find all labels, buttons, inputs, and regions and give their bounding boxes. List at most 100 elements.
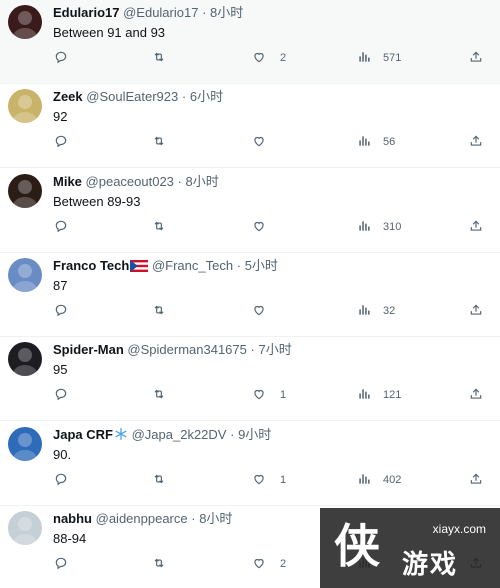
bar-chart-icon: [357, 219, 371, 236]
retweet-button[interactable]: [152, 472, 180, 488]
retweet-icon: [152, 219, 166, 236]
display-name[interactable]: nabhu: [53, 511, 92, 526]
reply-icon: [54, 219, 68, 236]
like-button[interactable]: 1: [252, 387, 286, 403]
retweet-icon: [152, 387, 166, 404]
avatar[interactable]: [8, 174, 42, 208]
reply-button[interactable]: [54, 387, 82, 403]
share-button[interactable]: [469, 219, 483, 235]
tweet-header: Mike @peaceout023 · 8小时: [53, 174, 219, 190]
user-handle[interactable]: @SoulEater923: [86, 89, 178, 104]
display-name[interactable]: Zeek: [53, 89, 83, 104]
action-bar: 310: [0, 215, 500, 239]
reply-button[interactable]: [54, 219, 82, 235]
display-name[interactable]: Japa CRF: [53, 427, 113, 442]
views-button[interactable]: 121: [357, 387, 401, 403]
timestamp[interactable]: 9小时: [238, 427, 271, 442]
snowflake-icon: [114, 427, 128, 445]
reply-icon: [54, 387, 68, 404]
tweet-row[interactable]: Edulario17 @Edulario17 · 8小时 Between 91 a…: [0, 0, 500, 84]
views-button[interactable]: 310: [357, 219, 401, 235]
views-button[interactable]: 402: [357, 472, 401, 488]
bar-chart-icon: [357, 134, 371, 151]
heart-icon: [252, 134, 266, 151]
tweet-row[interactable]: Franco Tech @Franc_Tech · 5小时 87 32: [0, 253, 500, 337]
retweet-button[interactable]: [152, 134, 180, 150]
share-button[interactable]: [469, 472, 483, 488]
avatar[interactable]: [8, 89, 42, 123]
retweet-button[interactable]: [152, 50, 180, 66]
share-icon: [469, 303, 483, 320]
action-bar: 32: [0, 299, 500, 323]
like-button[interactable]: [252, 303, 280, 319]
tweet-row[interactable]: Mike @peaceout023 · 8小时 Between 89-93 310: [0, 169, 500, 253]
tweet-row[interactable]: Zeek @SoulEater923 · 6小时 92 56: [0, 84, 500, 168]
tweet-row[interactable]: Spider-Man @Spiderman341675 · 7小时 95 1 121: [0, 337, 500, 421]
tweet-text: 90.: [53, 447, 72, 462]
retweet-icon: [152, 134, 166, 151]
retweet-icon: [152, 50, 166, 67]
share-icon: [469, 134, 483, 151]
share-button[interactable]: [469, 134, 483, 150]
watermark-subtitle: 游戏: [402, 550, 459, 580]
display-name[interactable]: Spider-Man: [53, 342, 124, 357]
reply-button[interactable]: [54, 134, 82, 150]
retweet-button[interactable]: [152, 556, 180, 572]
display-name[interactable]: Mike: [53, 174, 82, 189]
avatar[interactable]: [8, 427, 42, 461]
timestamp[interactable]: 5小时: [245, 258, 278, 273]
timestamp[interactable]: 7小时: [258, 342, 291, 357]
like-button[interactable]: [252, 134, 280, 150]
tweet-text: Between 91 and 93: [53, 25, 166, 40]
separator-dot: ·: [191, 511, 196, 526]
views-button[interactable]: 56: [357, 134, 395, 150]
avatar[interactable]: [8, 342, 42, 376]
like-count: 1: [280, 389, 287, 401]
display-name[interactable]: Edulario17: [53, 5, 119, 20]
avatar[interactable]: [8, 258, 42, 292]
views-button[interactable]: 32: [357, 303, 395, 319]
avatar[interactable]: [8, 511, 42, 545]
reply-button[interactable]: [54, 472, 82, 488]
user-handle[interactable]: @Edulario17: [123, 5, 198, 20]
timestamp[interactable]: 8小时: [210, 5, 243, 20]
share-icon: [469, 50, 483, 67]
tweet-text: 87: [53, 278, 68, 293]
retweet-button[interactable]: [152, 303, 180, 319]
heart-icon: [252, 303, 266, 320]
tweet-text: 92: [53, 109, 68, 124]
user-handle[interactable]: @peaceout023: [86, 174, 174, 189]
reply-icon: [54, 472, 68, 489]
user-handle[interactable]: @Japa_2k22DV: [132, 427, 227, 442]
timestamp[interactable]: 8小时: [186, 174, 219, 189]
share-button[interactable]: [469, 303, 483, 319]
reply-button[interactable]: [54, 556, 82, 572]
reply-button[interactable]: [54, 303, 82, 319]
like-button[interactable]: 2: [252, 50, 286, 66]
user-handle[interactable]: @aidenppearce: [96, 511, 188, 526]
timestamp[interactable]: 8小时: [199, 511, 232, 526]
tweet-row[interactable]: Japa CRF @Japa_2k22DV · 9小时 90. 1 402: [0, 422, 500, 506]
like-count: 1: [280, 474, 287, 486]
timestamp[interactable]: 6小时: [190, 89, 223, 104]
avatar[interactable]: [8, 5, 42, 39]
views-button[interactable]: 571: [357, 50, 401, 66]
share-button[interactable]: [469, 387, 483, 403]
retweet-button[interactable]: [152, 219, 180, 235]
display-name[interactable]: Franco Tech: [53, 258, 129, 273]
retweet-icon: [152, 556, 166, 573]
heart-icon: [252, 556, 266, 573]
share-button[interactable]: [469, 50, 483, 66]
like-button[interactable]: 2: [252, 556, 286, 572]
like-button[interactable]: 1: [252, 472, 286, 488]
view-count: 571: [383, 52, 402, 64]
bar-chart-icon: [357, 50, 371, 67]
reply-button[interactable]: [54, 50, 82, 66]
reply-icon: [54, 556, 68, 573]
like-button[interactable]: [252, 219, 280, 235]
tweet-header: Japa CRF @Japa_2k22DV · 9小时: [53, 427, 271, 445]
user-handle[interactable]: @Franc_Tech: [152, 258, 233, 273]
user-handle[interactable]: @Spiderman341675: [127, 342, 246, 357]
heart-icon: [252, 50, 266, 67]
retweet-button[interactable]: [152, 387, 180, 403]
